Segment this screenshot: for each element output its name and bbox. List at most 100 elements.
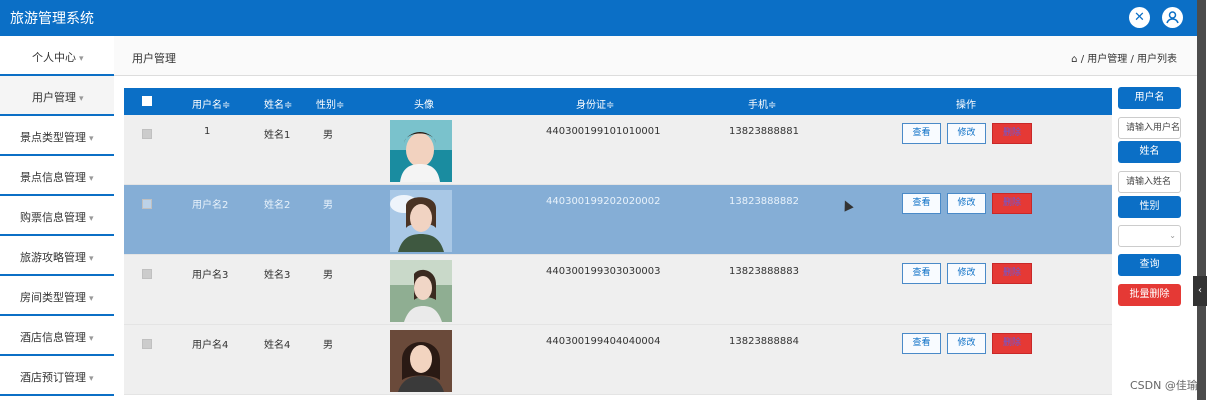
- edit-button[interactable]: 修改: [947, 193, 986, 214]
- sidebar: 个人中心 ▾ 用户管理 ▾ 景点类型管理 ▾ 景点信息管理 ▾ 购票信息管理 ▾ 旅游攻略…: [0, 36, 114, 400]
- row-checkbox[interactable]: [142, 129, 152, 139]
- view-button[interactable]: 查看: [902, 263, 941, 284]
- sidebar-item-label: 景点信息管理: [20, 171, 86, 184]
- chevron-down-icon: ▾: [89, 254, 94, 264]
- sidebar-item-label: 用户管理: [32, 91, 76, 104]
- column-header-phone[interactable]: 手机≑: [748, 96, 776, 111]
- row-checkbox[interactable]: [142, 339, 152, 349]
- sidebar-item-room-type[interactable]: 房间类型管理 ▾: [0, 276, 114, 316]
- cell-gender: 男: [323, 270, 333, 281]
- row-checkbox[interactable]: [142, 269, 152, 279]
- home-icon[interactable]: ⌂: [1071, 54, 1077, 65]
- chevron-down-icon: ▾: [89, 334, 94, 344]
- delete-button[interactable]: 删除: [992, 333, 1032, 354]
- column-header-avatar: 头像: [414, 100, 434, 111]
- search-panel: 用户名 请输入用户名 姓名 请输入姓名 性别 ⌄ 查询 批量删除: [1112, 76, 1192, 400]
- view-button[interactable]: 查看: [902, 193, 941, 214]
- avatar: [390, 260, 452, 322]
- chevron-down-icon: ▾: [79, 54, 84, 64]
- edit-button[interactable]: 修改: [947, 263, 986, 284]
- sidebar-item-label: 个人中心: [32, 51, 76, 64]
- cell-gender: 男: [323, 340, 333, 351]
- gender-label: 性别: [1118, 196, 1181, 218]
- edit-button[interactable]: 修改: [947, 333, 986, 354]
- sidebar-item-scenic-type[interactable]: 景点类型管理 ▾: [0, 116, 114, 156]
- sidebar-item-personal-center[interactable]: 个人中心 ▾: [0, 36, 114, 76]
- user-table: 用户名≑ 姓名≑ 性别≑ 头像 身份证≑ 手机≑ 操作 1 姓名1 男 4403…: [124, 88, 1112, 395]
- top-bar: 旅游管理系统 ✕: [0, 0, 1197, 36]
- scrollbar[interactable]: [1197, 0, 1206, 400]
- name-label: 姓名: [1118, 141, 1181, 163]
- cell-name: 姓名1: [264, 130, 291, 141]
- cell-phone: 13823888883: [729, 266, 799, 277]
- avatar: [390, 120, 452, 182]
- username-label: 用户名: [1118, 87, 1181, 109]
- cell-id-card: 440300199202020002: [546, 196, 661, 207]
- row-checkbox[interactable]: [142, 199, 152, 209]
- app-window: 旅游管理系统 ✕ 个人中心 ▾ 用户管理 ▾ 景点类型管理 ▾ 景点信息管理 ▾ 购票信…: [0, 0, 1215, 400]
- cell-gender: 男: [323, 200, 333, 211]
- table-row[interactable]: 用户名4 姓名4 男 440300199404040004 1382388888…: [124, 325, 1112, 395]
- user-icon[interactable]: [1162, 7, 1183, 28]
- column-header-gender[interactable]: 性别≑: [316, 96, 344, 111]
- chevron-left-icon[interactable]: ‹: [1193, 276, 1207, 306]
- chevron-down-icon: ▾: [79, 94, 84, 104]
- sidebar-item-label: 酒店预订管理: [20, 371, 86, 384]
- table-row[interactable]: 1 姓名1 男 440300199101010001 13823888881 查…: [124, 115, 1112, 185]
- column-header-name[interactable]: 姓名≑: [264, 96, 292, 111]
- cell-phone: 13823888881: [729, 126, 799, 137]
- sidebar-item-label: 房间类型管理: [20, 291, 86, 304]
- edit-button[interactable]: 修改: [947, 123, 986, 144]
- sidebar-item-hotel-booking[interactable]: 酒店预订管理 ▾: [0, 356, 114, 396]
- chevron-down-icon: ▾: [89, 214, 94, 224]
- delete-button[interactable]: 删除: [992, 263, 1032, 284]
- table-row[interactable]: 用户名2 姓名2 男 440300199202020002 1382388888…: [124, 185, 1112, 255]
- select-all-checkbox[interactable]: [142, 96, 152, 106]
- cell-gender: 男: [323, 130, 333, 141]
- page-header: 用户管理 ⌂ / 用户管理 / 用户列表: [114, 36, 1197, 76]
- chevron-down-icon: ▾: [89, 174, 94, 184]
- sidebar-item-ticket-info[interactable]: 购票信息管理 ▾: [0, 196, 114, 236]
- column-header-username[interactable]: 用户名≑: [192, 96, 230, 111]
- cell-username: 1: [204, 126, 211, 137]
- name-search-input[interactable]: 请输入姓名: [1118, 171, 1181, 193]
- cell-id-card: 440300199303030003: [546, 266, 661, 277]
- sidebar-item-label: 景点类型管理: [20, 131, 86, 144]
- cell-id-card: 440300199404040004: [546, 336, 661, 347]
- query-button[interactable]: 查询: [1118, 254, 1181, 276]
- watermark: CSDN @佳瑜: [1130, 379, 1198, 392]
- cell-phone: 13823888884: [729, 336, 799, 347]
- delete-button[interactable]: 删除: [992, 123, 1032, 144]
- sidebar-item-label: 购票信息管理: [20, 211, 86, 224]
- chevron-down-icon: ⌄: [1169, 231, 1176, 240]
- cell-name: 姓名2: [264, 200, 291, 211]
- sidebar-item-travel-guide[interactable]: 旅游攻略管理 ▾: [0, 236, 114, 276]
- sidebar-item-scenic-info[interactable]: 景点信息管理 ▾: [0, 156, 114, 196]
- chevron-down-icon: ▾: [89, 134, 94, 144]
- column-header-id-card[interactable]: 身份证≑: [576, 96, 614, 111]
- sidebar-item-hotel-info[interactable]: 酒店信息管理 ▾: [0, 316, 114, 356]
- cell-username: 用户名3: [192, 270, 229, 281]
- cell-id-card: 440300199101010001: [546, 126, 661, 137]
- chevron-down-icon: ▾: [89, 294, 94, 304]
- close-icon[interactable]: ✕: [1129, 7, 1150, 28]
- chevron-down-icon: ▾: [89, 374, 94, 384]
- sidebar-item-users[interactable]: 用户管理 ▾: [0, 76, 114, 116]
- username-search-input[interactable]: 请输入用户名: [1118, 117, 1181, 139]
- table-row[interactable]: 用户名3 姓名3 男 440300199303030003 1382388888…: [124, 255, 1112, 325]
- page-title: 用户管理: [132, 52, 176, 65]
- sidebar-item-label: 旅游攻略管理: [20, 251, 86, 264]
- delete-button[interactable]: 删除: [992, 193, 1032, 214]
- avatar: [390, 330, 452, 392]
- cell-name: 姓名3: [264, 270, 291, 281]
- gender-select[interactable]: ⌄: [1118, 225, 1181, 247]
- sidebar-item-label: 酒店信息管理: [20, 331, 86, 344]
- cell-name: 姓名4: [264, 340, 291, 351]
- view-button[interactable]: 查看: [902, 333, 941, 354]
- cell-username: 用户名2: [192, 200, 229, 211]
- column-header-actions: 操作: [956, 100, 976, 111]
- view-button[interactable]: 查看: [902, 123, 941, 144]
- batch-delete-button[interactable]: 批量删除: [1118, 284, 1181, 306]
- breadcrumb-text[interactable]: / 用户管理 / 用户列表: [1081, 54, 1177, 65]
- app-title: 旅游管理系统: [10, 11, 94, 27]
